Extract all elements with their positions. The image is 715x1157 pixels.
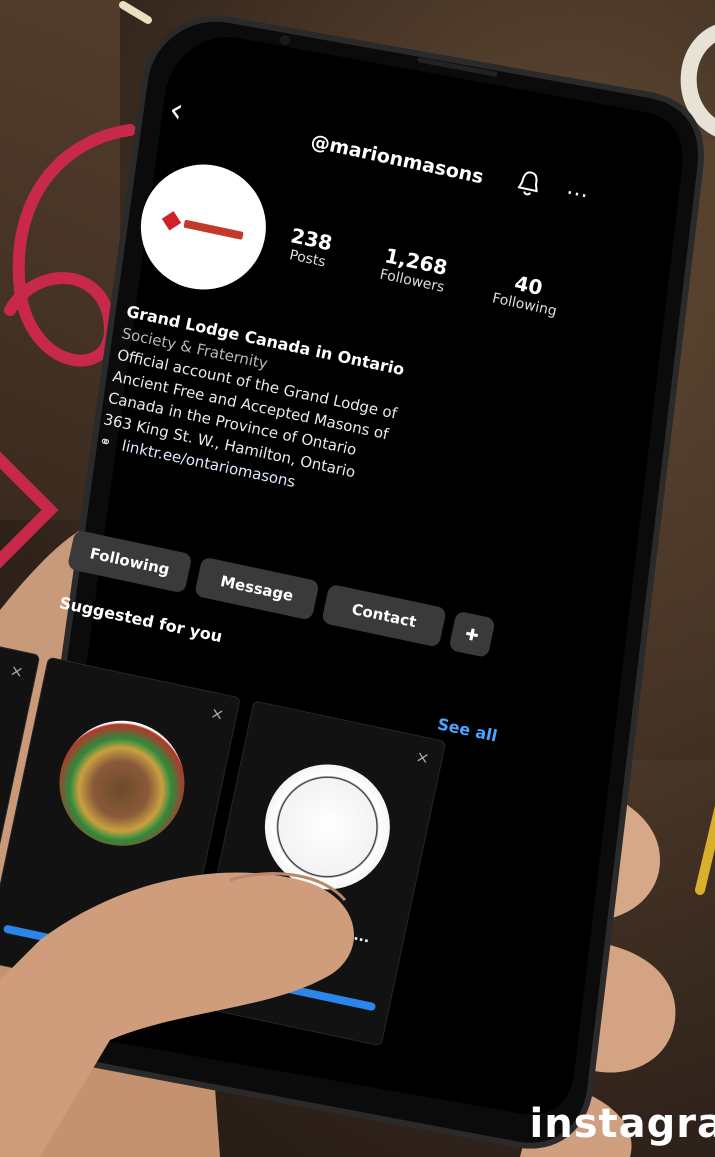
scene: ‹ @marionmasons … 238 Posts 1,268 Follow…	[0, 0, 715, 1157]
thumb	[0, 872, 354, 1157]
instagram-watermark: instagra	[529, 1101, 715, 1147]
